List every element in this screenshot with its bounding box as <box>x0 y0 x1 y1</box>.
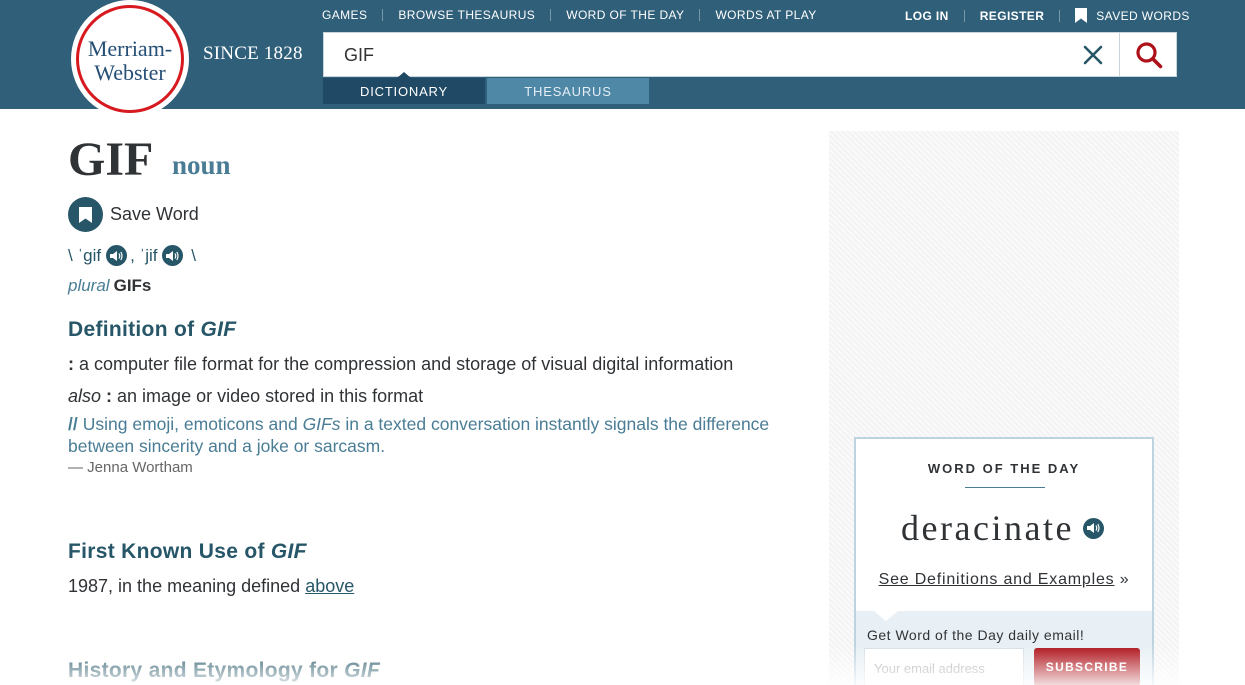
speaker-icon[interactable] <box>1082 517 1104 539</box>
pron-comma: , <box>130 245 140 265</box>
nav-divider <box>382 9 384 21</box>
definition-sense-1: :a computer file format for the compress… <box>68 354 733 375</box>
etymology-heading-word: GIF <box>344 659 381 682</box>
search-button[interactable] <box>1119 33 1177 76</box>
wotd-definitions-link[interactable]: See Definitions and Examples » <box>856 571 1152 589</box>
wotd-link-text[interactable]: See Definitions and Examples <box>879 571 1115 588</box>
magnifier-icon <box>1135 41 1162 68</box>
fku-heading-word: GIF <box>270 540 307 563</box>
nav-divider <box>1059 9 1061 22</box>
usage-example: //Using emoji, emoticons and GIFs in a t… <box>68 413 788 457</box>
above-link[interactable]: above <box>305 576 354 596</box>
subscribe-button[interactable]: SUBSCRIBE <box>1034 648 1140 685</box>
wotd-heading: WORD OF THE DAY <box>927 461 1081 476</box>
definition-heading-prefix: Definition of <box>68 318 201 341</box>
nav-words-at-play[interactable]: WORDS AT PLAY <box>715 8 816 22</box>
tab-dictionary[interactable]: DICTIONARY <box>323 72 485 104</box>
sense-2-text: an image or video stored in this format <box>117 386 424 406</box>
plural-word: GIFs <box>113 276 152 295</box>
account-nav: LOG IN REGISTER SAVED WORDS <box>905 8 1190 23</box>
sense-colon: : <box>106 386 113 406</box>
word-of-the-day-widget: WORD OF THE DAY deracinate See Definitio… <box>854 437 1154 685</box>
nav-divider <box>963 9 965 22</box>
definition-heading-word: GIF <box>200 318 237 341</box>
search-input[interactable]: GIF <box>344 45 374 66</box>
wotd-divider <box>965 487 1045 488</box>
pron-2: ˈjif <box>139 245 158 265</box>
saved-words-link[interactable]: SAVED WORDS <box>1075 8 1190 23</box>
example-credit: — Jenna Wortham <box>68 459 193 476</box>
also-label: also <box>68 386 102 406</box>
etymology-heading: History and Etymology for GIF <box>68 659 380 683</box>
bookmark-icon <box>68 197 103 232</box>
pron-1: ˈgif <box>77 245 102 265</box>
since-tagline: SINCE 1828 <box>203 43 303 64</box>
nav-games[interactable]: GAMES <box>322 8 367 22</box>
close-icon[interactable] <box>1082 44 1104 66</box>
fku-text-body: 1987, in the meaning defined <box>68 576 306 596</box>
wotd-link-suffix: » <box>1114 571 1130 588</box>
fku-heading-prefix: First Known Use of <box>68 540 271 563</box>
page-title: GIF <box>68 133 154 186</box>
pron-close: \ <box>186 245 196 265</box>
sense-colon: : <box>68 354 74 374</box>
first-known-use-heading: First Known Use of GIF <box>68 540 307 564</box>
definition-sense-2: also: an image or video stored in this fo… <box>68 386 423 407</box>
etymology-heading-prefix: History and Etymology for <box>68 659 345 682</box>
speaker-icon[interactable] <box>106 245 128 266</box>
logo-line-1: Merriam- <box>87 36 173 61</box>
pronunciation: \ ˈgif , ˈjif \ <box>68 245 196 266</box>
saved-words-label: SAVED WORDS <box>1096 8 1190 23</box>
merriam-webster-logo[interactable]: Merriam- Webster <box>71 0 189 118</box>
plural-label: plural <box>68 276 110 295</box>
search-bar: GIF <box>323 32 1177 77</box>
sense-1-text: a computer file format for the compressi… <box>79 354 734 374</box>
top-nav: GAMES BROWSE THESAURUS WORD OF THE DAY W… <box>322 8 817 22</box>
wotd-word[interactable]: deracinate <box>901 507 1074 549</box>
save-word-label: Save Word <box>110 204 199 224</box>
definition-heading: Definition of GIF <box>68 318 236 342</box>
example-keyword: GIFs <box>302 414 341 434</box>
logo-line-2: Webster <box>94 60 166 85</box>
bookmark-icon <box>1075 8 1088 23</box>
nav-divider <box>550 9 552 21</box>
wotd-word-row: deracinate <box>856 507 1152 549</box>
part-of-speech: noun <box>172 150 231 180</box>
nav-word-of-the-day[interactable]: WORD OF THE DAY <box>566 8 684 22</box>
first-known-use-text: 1987, in the meaning defined above <box>68 576 354 597</box>
speaker-icon[interactable] <box>162 245 184 266</box>
example-marker: // <box>68 414 78 434</box>
pron-open: \ <box>68 245 78 265</box>
email-signup-label: Get Word of the Day daily email! <box>867 627 1085 643</box>
tab-thesaurus[interactable]: THESAURUS <box>487 78 649 104</box>
nav-browse-thesaurus[interactable]: BROWSE THESAURUS <box>398 8 535 22</box>
example-text-a: Using emoji, emoticons and <box>82 414 303 434</box>
email-field[interactable] <box>864 648 1024 685</box>
nav-divider <box>699 9 701 21</box>
plural-form: plural GIFs <box>68 276 151 296</box>
save-word-button[interactable]: Save Word <box>68 197 199 232</box>
wotd-email-signup: Get Word of the Day daily email! SUBSCRI… <box>856 611 1152 685</box>
register-link[interactable]: REGISTER <box>980 9 1045 23</box>
login-link[interactable]: LOG IN <box>905 9 949 23</box>
